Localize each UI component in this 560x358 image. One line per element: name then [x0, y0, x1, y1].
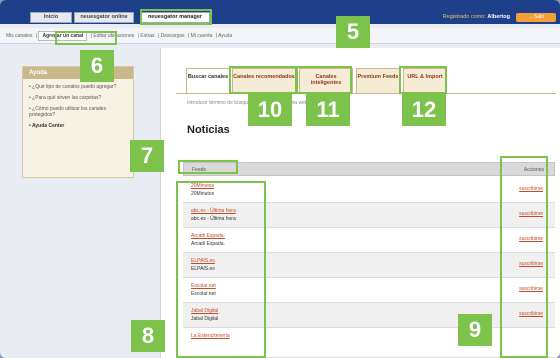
registered-label: Registrado como:	[442, 14, 486, 20]
annotation-number-10: 10	[248, 94, 292, 126]
annotation-box-7	[178, 160, 238, 174]
tab-inicio[interactable]: Inicio	[30, 12, 72, 23]
annotation-box-6	[55, 31, 117, 45]
help-panel-title: Ayuda	[23, 67, 133, 79]
subnav-help[interactable]: Ayuda	[218, 33, 232, 39]
annotation-number-9: 9	[458, 314, 492, 346]
tab-online[interactable]: neuesgator online	[74, 12, 134, 23]
tab-search-channels[interactable]: Buscar canales	[186, 68, 230, 94]
help-item-protected-channels[interactable]: • ¿Cómo puedo utilizar los canales prote…	[29, 106, 127, 118]
subnav-my-account[interactable]: Mi cuenta	[191, 33, 213, 39]
app-window: Inicio neuesgator online neuesgator mana…	[0, 0, 560, 358]
help-panel: Ayuda • ¿Qué tipo de canales puedo agreg…	[22, 66, 134, 178]
registered-status: Registrado como: Albertog	[443, 14, 510, 20]
help-item-channel-types[interactable]: • ¿Qué tipo de canales puedo agregar?	[29, 84, 127, 90]
annotation-number-7: 7	[130, 140, 164, 172]
registered-user[interactable]: Albertog	[487, 14, 510, 20]
exit-button[interactable]: → Salir	[516, 13, 556, 22]
annotation-box-10	[229, 66, 297, 94]
annotation-number-5: 5	[336, 16, 370, 48]
top-bar: Inicio neuesgator online neuesgator mana…	[0, 0, 560, 24]
annotation-box-12	[399, 66, 447, 94]
subnav-my-channels[interactable]: Mis canales	[6, 33, 32, 39]
annotation-box-8	[176, 181, 266, 358]
annotation-number-8: 8	[131, 320, 165, 352]
tab-premium-feeds[interactable]: Premium Feeds	[356, 68, 400, 94]
annotation-box-5	[140, 9, 212, 25]
annotation-number-11: 11	[306, 94, 350, 126]
annotation-number-6: 6	[80, 50, 114, 82]
help-item-folders[interactable]: • ¿Para qué sirven las carpetas?	[29, 95, 127, 101]
annotation-number-12: 12	[402, 94, 446, 126]
annotation-box-11	[296, 66, 352, 94]
help-item-help-center[interactable]: • Ayuda Center	[29, 123, 127, 129]
annotation-box-9	[500, 156, 548, 358]
subnav-downloads[interactable]: Descargas	[161, 33, 185, 39]
section-title: Noticias	[187, 124, 230, 136]
subnav-extras[interactable]: Extras	[140, 33, 154, 39]
